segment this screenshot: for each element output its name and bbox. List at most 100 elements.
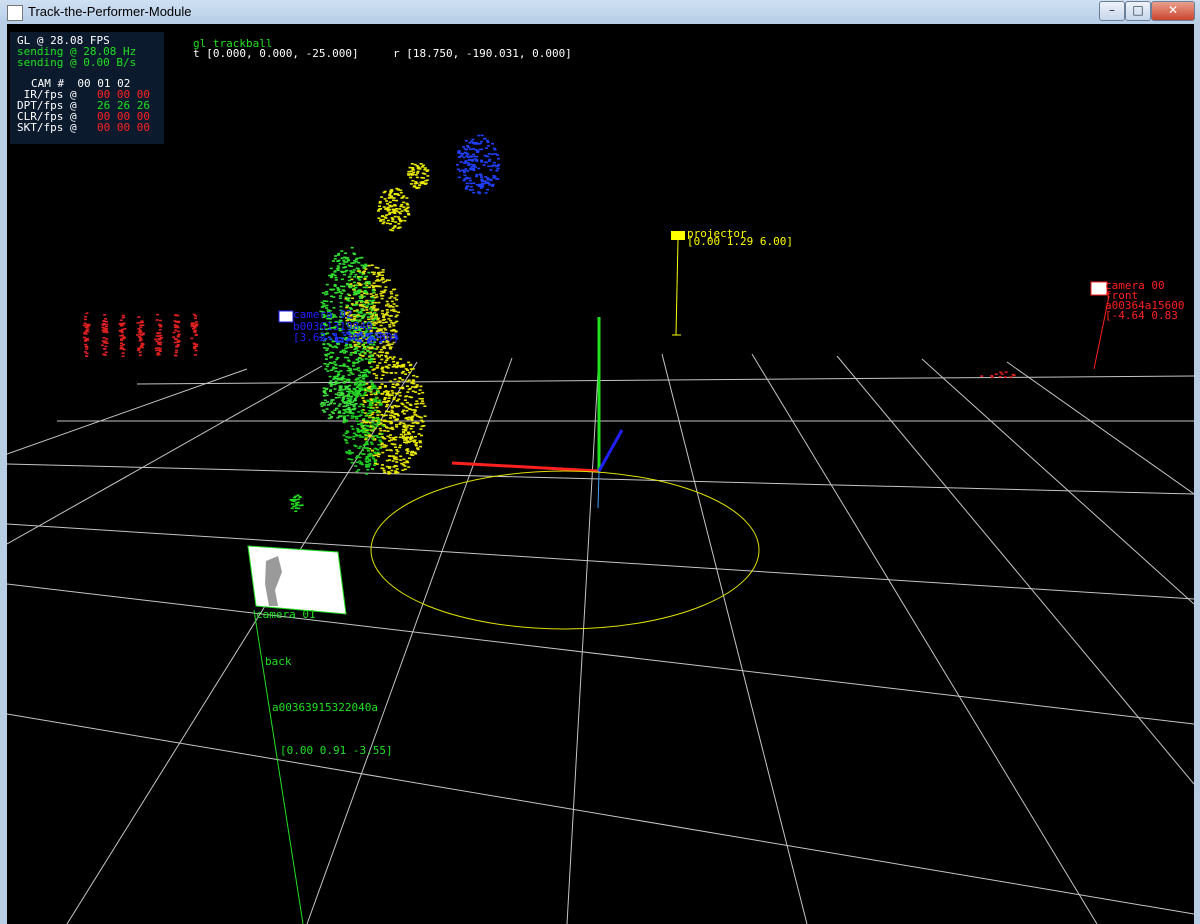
cloud-point <box>342 434 346 437</box>
cloud-point <box>350 246 354 249</box>
cloud-point <box>100 344 104 347</box>
cloud-point <box>321 409 325 412</box>
cloud-point <box>352 365 355 367</box>
cloud-point <box>379 429 383 432</box>
cloud-point <box>413 163 417 166</box>
cloud-point <box>364 433 367 436</box>
cloud-point <box>378 205 381 207</box>
scene-canvas[interactable] <box>7 24 1194 924</box>
cloud-point <box>461 152 465 155</box>
cloud-point <box>468 189 472 191</box>
cloud-point <box>376 354 380 357</box>
cloud-point <box>395 365 399 368</box>
maximize-button[interactable]: □ <box>1125 1 1151 21</box>
cloud-point <box>392 199 395 202</box>
cloud-point <box>326 404 330 406</box>
cloud-point <box>355 361 359 364</box>
cloud-point <box>386 210 390 212</box>
close-button[interactable]: ✕ <box>1151 1 1195 21</box>
grid-line <box>7 583 1194 725</box>
cloud-point <box>333 363 337 366</box>
cloud-point <box>348 409 352 411</box>
cloud-point <box>399 421 403 424</box>
cloud-point <box>401 403 405 406</box>
cloud-point <box>389 319 393 322</box>
cloud-point <box>466 185 470 187</box>
cloud-point <box>389 305 393 307</box>
cloud-point <box>355 310 359 313</box>
cloud-point <box>468 177 472 180</box>
cloud-point <box>357 415 361 417</box>
minimize-button[interactable]: – <box>1099 1 1125 21</box>
cloud-point <box>381 451 385 454</box>
title-bar[interactable]: Track-the-Performer-Module – □ ✕ <box>0 0 1200 25</box>
cloud-point <box>194 324 197 327</box>
cloud-point <box>83 318 87 321</box>
cloud-point <box>420 166 424 168</box>
cloud-point <box>388 455 392 457</box>
cloud-point <box>391 358 395 360</box>
cloud-point <box>337 288 341 290</box>
cloud-point <box>173 341 177 344</box>
cloud-point <box>356 314 360 316</box>
cloud-point <box>341 365 345 367</box>
cloud-point <box>367 455 371 458</box>
cloud-point <box>424 179 428 182</box>
cloud-point <box>319 403 323 405</box>
cloud-point <box>389 205 393 208</box>
cloud-point <box>378 427 382 430</box>
cloud-point <box>346 411 349 414</box>
gl-viewport[interactable]: GL @ 28.08 FPS sending @ 28.08 Hz sendin… <box>7 24 1194 924</box>
cloud-point <box>474 149 478 151</box>
cloud-point <box>354 382 357 385</box>
cloud-point <box>156 332 160 335</box>
cloud-point <box>406 391 410 393</box>
cloud-point <box>355 346 359 349</box>
cloud-point <box>402 409 406 412</box>
cloud-point <box>411 179 415 182</box>
window-frame-right[interactable] <box>1194 24 1200 924</box>
cloud-point <box>355 394 359 396</box>
cloud-point <box>484 161 488 163</box>
cloud-point <box>477 134 481 137</box>
cloud-point <box>413 414 417 416</box>
cloud-point <box>392 360 396 363</box>
cloud-point <box>387 397 391 399</box>
cloud-point <box>492 147 496 150</box>
cloud-point <box>358 434 362 437</box>
cloud-point <box>352 281 356 284</box>
cloud-point <box>405 385 409 387</box>
cloud-point <box>175 321 179 323</box>
cloud-point <box>176 334 180 337</box>
cloud-point <box>337 259 341 262</box>
cloud-point <box>334 393 338 395</box>
cloud-point <box>381 374 385 376</box>
cloud-point <box>337 252 341 255</box>
cloud-point <box>376 451 380 454</box>
cloud-point <box>411 390 415 393</box>
cloud-point <box>334 380 338 383</box>
cloud-point <box>370 358 374 361</box>
cloud-point <box>350 461 354 464</box>
cloud-point <box>332 296 336 298</box>
grid-line <box>136 375 1194 385</box>
cloud-point <box>341 375 345 377</box>
cloud-point <box>411 167 415 169</box>
cloud-point <box>385 300 389 303</box>
cloud-point <box>411 386 414 388</box>
cloud-point <box>390 197 394 199</box>
cloud-point <box>365 369 369 371</box>
cloud-point <box>380 310 384 312</box>
cloud-point <box>391 460 395 462</box>
cloud-point <box>342 259 346 262</box>
cloud-point <box>338 412 342 414</box>
cloud-point <box>472 169 476 171</box>
cloud-point <box>190 325 194 328</box>
cloud-point <box>351 373 355 375</box>
cloud-point <box>375 309 379 311</box>
cloud-point <box>320 301 324 304</box>
cloud-point <box>360 387 364 389</box>
cloud-point <box>389 346 393 348</box>
cloud-point <box>371 271 374 274</box>
cloud-point <box>335 358 339 361</box>
